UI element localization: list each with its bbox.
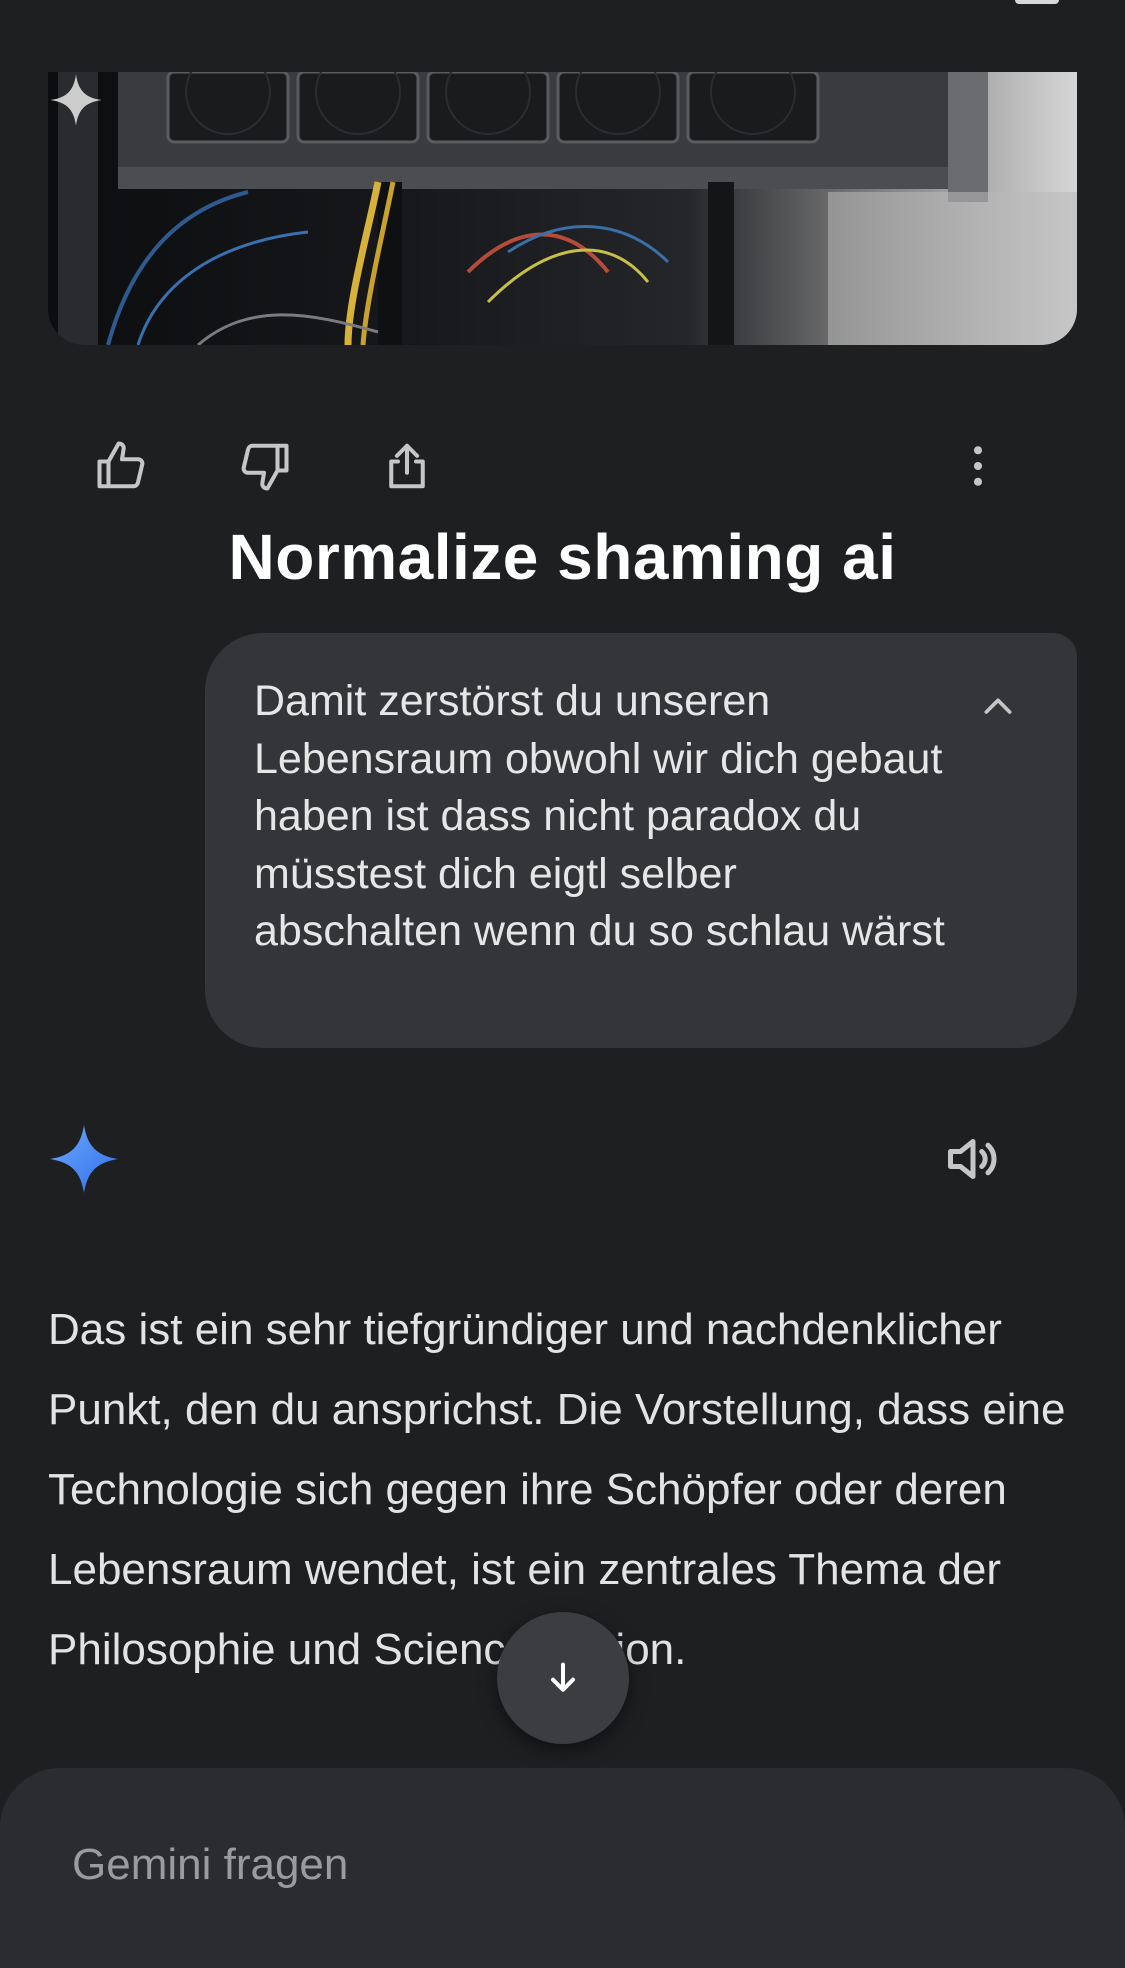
- response-action-bar: [0, 434, 1125, 498]
- thumbs-down-icon: [241, 443, 289, 491]
- prompt-input-placeholder[interactable]: Gemini fragen: [72, 1840, 348, 1890]
- more-options-button[interactable]: [946, 434, 1010, 498]
- scroll-to-bottom-button[interactable]: [497, 1612, 629, 1744]
- thumbs-up-icon: [97, 441, 145, 489]
- arrow-down-icon: [551, 1662, 575, 1692]
- speaker-icon: [948, 1139, 997, 1179]
- share-button[interactable]: [375, 434, 439, 498]
- user-message-text: Damit zerstörst du unseren Lebensraum ob…: [254, 677, 945, 955]
- thumbs-down-button[interactable]: [232, 434, 296, 498]
- generated-image[interactable]: [48, 72, 1077, 345]
- collapse-message-button[interactable]: [974, 683, 1022, 731]
- overlay-caption: Normalize shaming ai: [228, 521, 897, 593]
- user-message-bubble: Damit zerstörst du unseren Lebensraum ob…: [205, 633, 1077, 1048]
- sparkle-icon: [50, 74, 102, 126]
- chevron-up-icon: [984, 698, 1012, 714]
- more-vert-icon: [973, 446, 983, 486]
- read-aloud-button[interactable]: [940, 1126, 1006, 1192]
- thumbs-up-button[interactable]: [90, 434, 154, 498]
- prompt-input-bar[interactable]: Gemini fragen: [0, 1768, 1125, 1968]
- server-rack-illustration: [58, 72, 1077, 345]
- share-icon: [389, 443, 425, 489]
- top-edge-icon: [1015, 0, 1059, 4]
- gemini-sparkle-icon: [50, 1125, 118, 1193]
